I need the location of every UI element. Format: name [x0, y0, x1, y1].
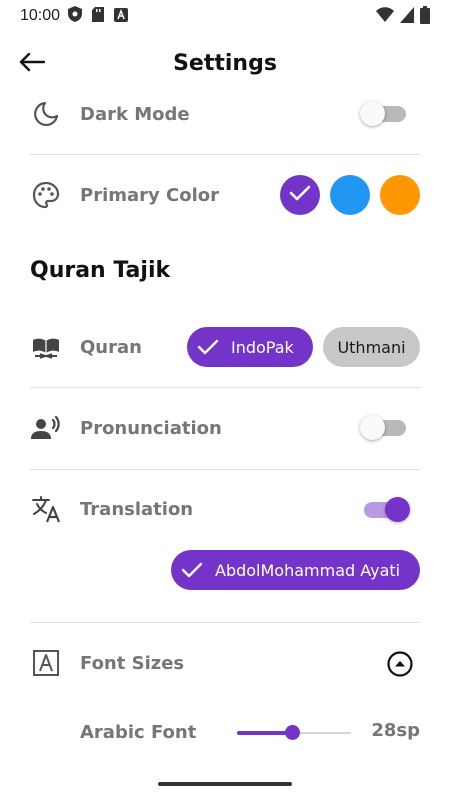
arrow-left-icon [19, 52, 46, 76]
palette-icon [30, 179, 62, 211]
status-time: 10:00 [20, 7, 61, 24]
translate-icon [30, 493, 62, 525]
check-icon [289, 184, 311, 206]
chip-uthmani-label: Uthmani [337, 337, 406, 357]
dark-mode-toggle[interactable] [360, 101, 406, 126]
color-swatch-purple[interactable] [280, 175, 320, 215]
toggle-knob [360, 415, 385, 440]
sd-card-icon [92, 6, 105, 26]
battery-icon [420, 6, 430, 28]
page-title: Settings [173, 50, 277, 76]
chip-translation-label: AbdolMohammad Ayati [215, 560, 401, 580]
pronunciation-toggle[interactable] [360, 415, 406, 440]
back-button[interactable] [16, 48, 48, 80]
color-swatch-blue[interactable] [330, 175, 370, 215]
app-bar: Settings [0, 40, 450, 86]
toggle-knob [385, 497, 410, 522]
section-title: Quran Tajik [30, 258, 171, 283]
toggle-knob [360, 101, 385, 126]
signal-icon [400, 7, 414, 27]
translation-label: Translation [80, 498, 194, 520]
primary-color-label: Primary Color [80, 184, 220, 206]
wifi-icon [376, 7, 394, 27]
quran-book-icon [30, 331, 62, 363]
translation-toggle[interactable] [364, 497, 410, 522]
shield-icon [68, 6, 83, 26]
font-sizes-label: Font Sizes [80, 652, 185, 674]
pronunciation-label: Pronunciation [80, 417, 222, 439]
home-indicator [158, 782, 292, 786]
chip-translation[interactable]: AbdolMohammad Ayati [171, 550, 420, 590]
arabic-font-value: 28sp [371, 720, 420, 741]
chip-indopak[interactable]: IndoPak [187, 327, 313, 367]
dark-mode-label: Dark Mode [80, 103, 190, 125]
divider [30, 622, 420, 623]
chip-uthmani[interactable]: Uthmani [323, 327, 420, 367]
font-size-icon [30, 647, 62, 679]
chip-indopak-label: IndoPak [231, 337, 294, 357]
status-bar: 10:00 [0, 0, 450, 32]
arabic-font-label: Arabic Font [80, 721, 197, 743]
font-sizes-row[interactable]: Font Sizes [30, 645, 420, 681]
dark-mode-row[interactable]: Dark Mode [30, 96, 420, 132]
arabic-font-row: Arabic Font [30, 715, 420, 749]
check-icon [181, 561, 203, 579]
divider [30, 387, 420, 388]
expand-less-icon[interactable] [386, 650, 414, 682]
pronunciation-row[interactable]: Pronunciation [30, 410, 420, 446]
record-voice-icon [30, 412, 62, 444]
font-notification-icon [114, 7, 129, 26]
divider [30, 154, 420, 155]
arabic-font-slider[interactable] [237, 725, 351, 740]
moon-icon [30, 98, 62, 130]
color-swatch-orange[interactable] [380, 175, 420, 215]
check-icon [197, 338, 219, 356]
translation-row[interactable]: Translation [30, 491, 420, 527]
quran-label: Quran [80, 336, 142, 358]
divider [30, 469, 420, 470]
